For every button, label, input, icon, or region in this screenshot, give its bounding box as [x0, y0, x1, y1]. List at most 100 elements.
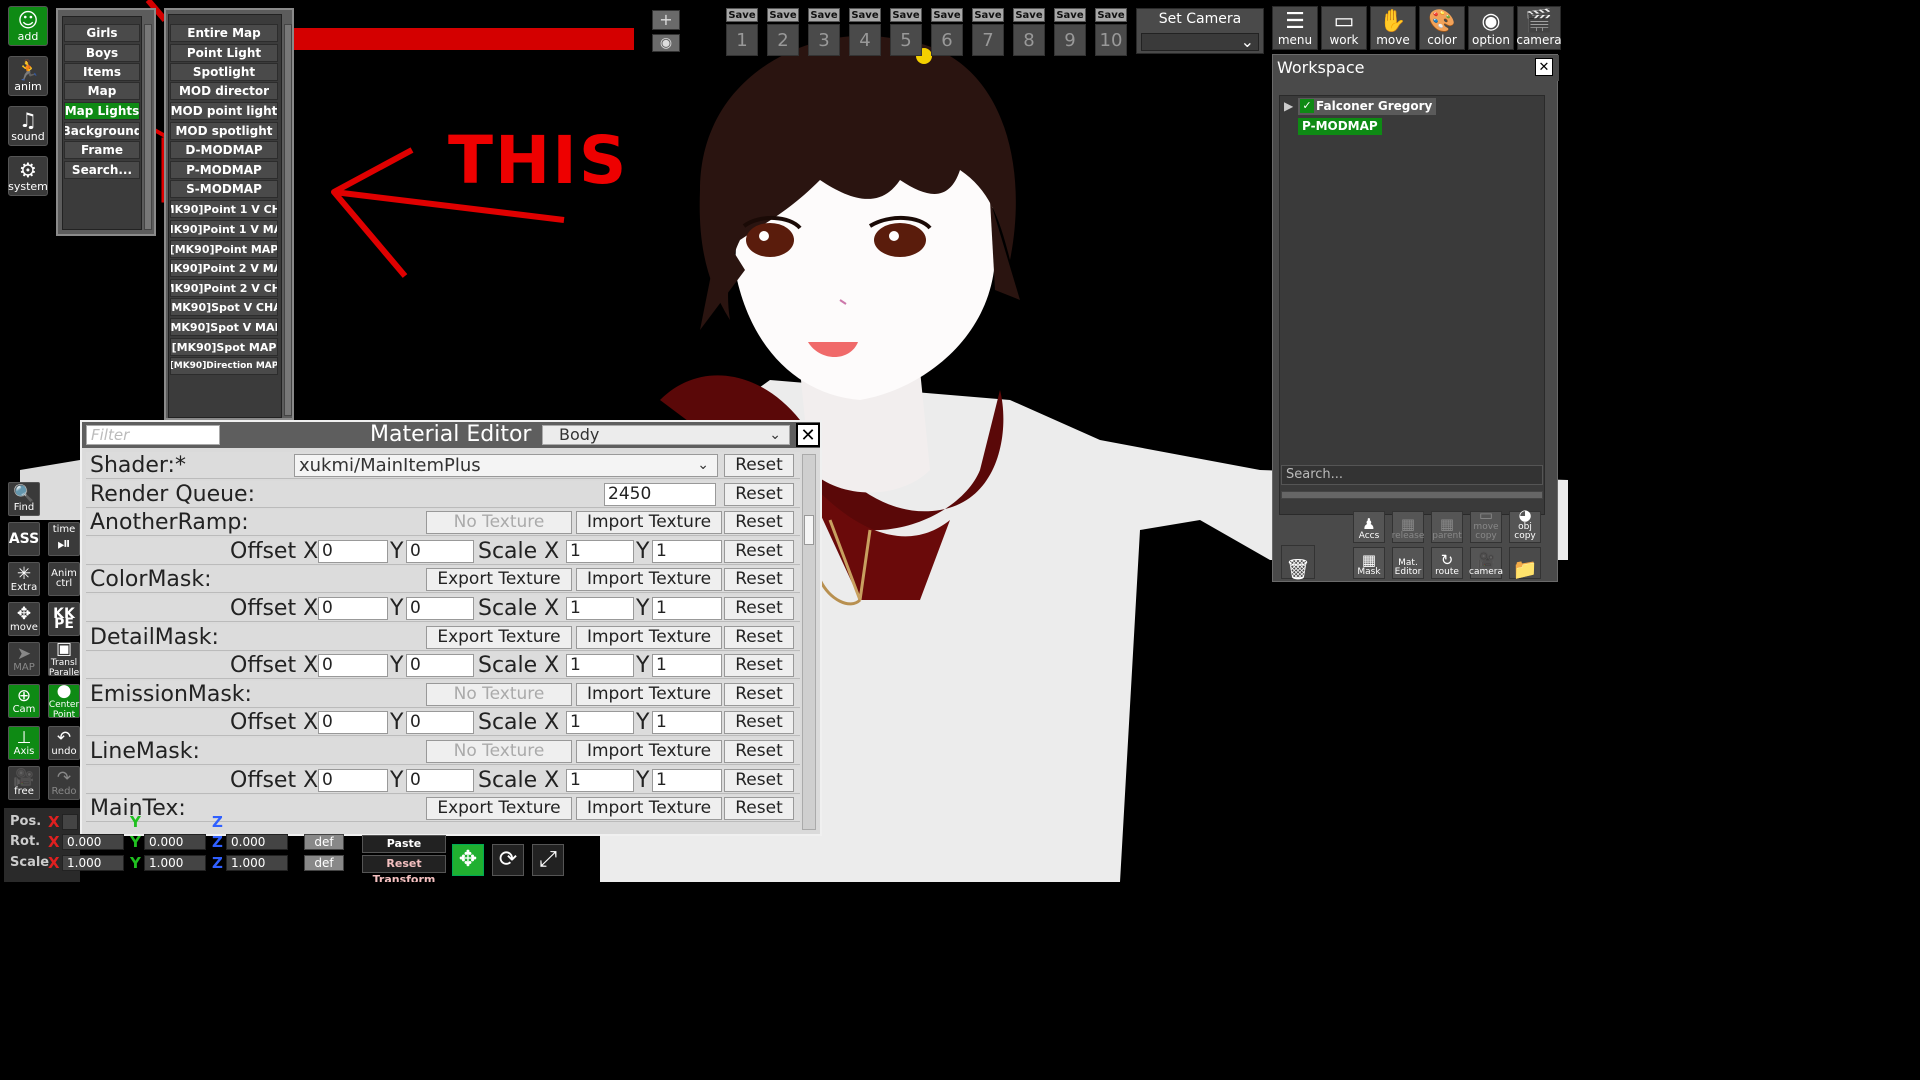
scale-x-input[interactable]: 1	[566, 597, 634, 620]
scale-x-input[interactable]: 1	[566, 769, 634, 792]
category-girls[interactable]: Girls	[64, 24, 140, 42]
offset-x-input[interactable]: 0	[318, 597, 388, 620]
save-button[interactable]: Save	[972, 8, 1004, 22]
rot-z-input[interactable]: 0.000	[226, 834, 288, 850]
tree-item-light[interactable]: P-MODMAP	[1298, 118, 1382, 135]
save-button[interactable]: Save	[767, 8, 799, 22]
toggle-visibility-button[interactable]: ◉	[652, 34, 680, 52]
offset-y-input[interactable]: 0	[406, 654, 474, 677]
free-camera-button[interactable]: 🎥 free	[8, 766, 40, 800]
rot-y-input[interactable]: 0.000	[144, 834, 206, 850]
scale-x-input[interactable]: 1	[566, 654, 634, 677]
ws-tool-route[interactable]: ↻ route	[1431, 547, 1463, 579]
lights-item[interactable]: MOD director	[170, 82, 278, 100]
scale-y-input[interactable]: 1.000	[144, 855, 206, 871]
ws-tool-mat-editor[interactable]: Mat. Editor	[1392, 547, 1424, 579]
category-search[interactable]: Search...	[64, 161, 140, 179]
reset-button[interactable]: Reset	[724, 683, 794, 706]
scale-gizmo-button[interactable]: ⤢	[532, 844, 564, 876]
category-map-lights[interactable]: Map Lights	[64, 102, 140, 120]
shader-dropdown[interactable]: xukmi/MainItemPlus ⌄	[294, 454, 718, 477]
rotate-gizmo-button[interactable]: ⟳	[492, 844, 524, 876]
render-queue-input[interactable]: 2450	[604, 483, 716, 506]
reset-button[interactable]: Reset	[724, 769, 794, 792]
rot-x-input[interactable]: 0.000	[62, 834, 124, 850]
save-button[interactable]: Save	[1013, 8, 1045, 22]
import-texture-button[interactable]: Import Texture	[576, 568, 722, 591]
scale-x-input[interactable]: 1	[566, 711, 634, 734]
scene-slot[interactable]: 4	[849, 24, 881, 56]
lights-item[interactable]: P-MODMAP	[170, 161, 278, 179]
scene-slot[interactable]: 6	[931, 24, 963, 56]
move-gizmo-button[interactable]: ✥	[452, 844, 484, 876]
lights-item[interactable]: [MK90]Spot V CHA	[170, 298, 278, 316]
lights-scrollbar[interactable]	[284, 24, 292, 416]
scale-y-input[interactable]: 1	[652, 597, 722, 620]
lights-item[interactable]: S-MODMAP	[170, 180, 278, 198]
material-editor-scrollbar[interactable]	[802, 454, 816, 830]
category-map[interactable]: Map	[64, 82, 140, 100]
workspace-search-input[interactable]: Search...	[1281, 465, 1543, 485]
lights-item[interactable]: MOD spotlight	[170, 122, 278, 140]
offset-y-input[interactable]: 0	[406, 711, 474, 734]
scene-slot[interactable]: 1	[726, 24, 758, 56]
scale-y-input[interactable]: 1	[652, 654, 722, 677]
lights-item[interactable]: D-MODMAP	[170, 141, 278, 159]
ws-tool-camera[interactable]: 🎥 camera	[1469, 547, 1503, 579]
reset-button[interactable]: Reset	[724, 626, 794, 649]
reset-button[interactable]: Reset	[724, 483, 794, 506]
save-button[interactable]: Save	[1095, 8, 1127, 22]
offset-y-input[interactable]: 0	[406, 597, 474, 620]
import-texture-button[interactable]: Import Texture	[576, 511, 722, 534]
kkpe-button[interactable]: KK PE	[48, 602, 80, 636]
reset-button[interactable]: Reset	[724, 540, 794, 563]
offset-x-input[interactable]: 0	[318, 711, 388, 734]
menu-button[interactable]: ☰ menu	[1272, 6, 1318, 50]
reset-button[interactable]: Reset	[724, 568, 794, 591]
lights-item[interactable]: MOD point light	[170, 102, 278, 120]
anim-ctrl-button[interactable]: Anim ctrl	[48, 562, 80, 596]
scene-slot[interactable]: 8	[1013, 24, 1045, 56]
scale-y-input[interactable]: 1	[652, 540, 722, 563]
ws-tool-parent[interactable]: ▦ parent	[1431, 511, 1463, 543]
scale-x-input[interactable]: 1	[566, 540, 634, 563]
lights-item[interactable]: [MK90]Point MAP	[170, 240, 278, 258]
category-boys[interactable]: Boys	[64, 44, 140, 62]
anim-button[interactable]: 🏃 anim	[8, 56, 48, 96]
target-dropdown[interactable]: Body ⌄	[542, 425, 790, 445]
add-slot-button[interactable]: +	[652, 10, 680, 30]
redo-button[interactable]: ↷ Redo	[48, 766, 80, 800]
lights-item[interactable]: [MK90]Point 2 V CHA	[170, 279, 278, 297]
option-button[interactable]: ◉ option	[1468, 6, 1514, 50]
reset-button[interactable]: Reset	[724, 597, 794, 620]
ws-tool-accessory[interactable]: ♟ Accs	[1353, 511, 1385, 543]
export-texture-button[interactable]: Export Texture	[426, 626, 572, 649]
lights-item[interactable]: [MK90]Point 1 V CHA	[170, 200, 278, 218]
scale-z-input[interactable]: 1.000	[226, 855, 288, 871]
category-frame[interactable]: Frame	[64, 141, 140, 159]
open-folder-button[interactable]: 📁	[1509, 547, 1541, 579]
work-button[interactable]: ▭ work	[1321, 6, 1367, 50]
lights-item[interactable]: [MK90]Spot V MAP	[170, 318, 278, 336]
lights-item[interactable]: [MK90]Point 2 V MAP	[170, 259, 278, 277]
scrollbar-thumb[interactable]	[804, 515, 814, 545]
scale-def-button[interactable]: def	[304, 855, 344, 871]
ws-tool-mask[interactable]: ▦ Mask	[1353, 547, 1385, 579]
lights-item[interactable]: Point Light	[170, 44, 278, 62]
scene-slot[interactable]: 2	[767, 24, 799, 56]
scene-slot[interactable]: 7	[972, 24, 1004, 56]
add-button[interactable]: ☺ add	[8, 6, 48, 46]
tree-item-character[interactable]: ✓ Falconer Gregory	[1298, 98, 1437, 115]
workspace-hscrollbar[interactable]	[1281, 491, 1543, 499]
offset-x-input[interactable]: 0	[318, 769, 388, 792]
set-camera-dropdown[interactable]: ⌄	[1141, 32, 1259, 51]
lights-item[interactable]: [MK90]Spot MAP	[170, 338, 278, 356]
translate-parallel-button[interactable]: ▣ Transl Paralle	[48, 640, 80, 678]
offset-x-input[interactable]: 0	[318, 654, 388, 677]
map-button[interactable]: ➤ MAP	[8, 642, 40, 676]
system-button[interactable]: ⚙ system	[8, 156, 48, 196]
paste-transform-button[interactable]: Paste Transform	[362, 835, 446, 866]
axis-button[interactable]: ⊥ Axis	[8, 726, 40, 760]
rot-def-button[interactable]: def	[304, 834, 344, 850]
pos-x-input[interactable]	[62, 814, 78, 830]
